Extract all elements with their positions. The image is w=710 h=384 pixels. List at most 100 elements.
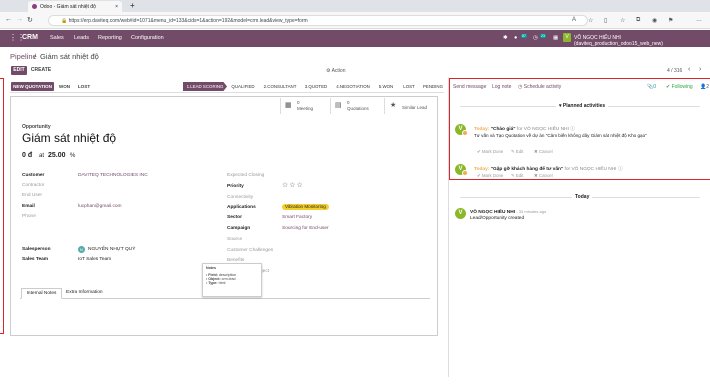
today-label: Today (572, 194, 593, 200)
probability-value[interactable]: 25.00 (48, 152, 66, 159)
chat-icon[interactable]: ● (514, 35, 517, 41)
read-aloud-icon[interactable]: A (572, 17, 576, 23)
tab-extra-information[interactable]: Extra Information (63, 290, 106, 295)
message-author[interactable]: VÕ NGỌC HIẾU NHI (470, 210, 515, 215)
salesperson-avatar: N (78, 246, 85, 253)
more-menu-icon[interactable]: … (696, 17, 702, 23)
stage-qualified[interactable]: QUALIFIED (228, 82, 258, 91)
send-message-button[interactable]: Send message (453, 84, 486, 90)
highlight-box-left (0, 78, 4, 334)
action-menu[interactable]: ⚙ Action (326, 68, 346, 74)
extensions-icon[interactable]: ⚑ (668, 17, 673, 24)
menu-sales[interactable]: Sales (50, 35, 64, 41)
stage-pending[interactable]: PENDING (421, 82, 445, 91)
favorites-bar-icon[interactable]: ☆ (620, 17, 625, 24)
stage-negotiation[interactable]: 4.NEGOTIATION (333, 82, 373, 91)
quotations-label: Quotations (347, 106, 369, 111)
lost-button[interactable]: LOST (76, 82, 92, 91)
collections-icon[interactable]: ⧉ (636, 17, 640, 24)
pager-value[interactable]: 4 / 316 (667, 68, 682, 74)
browser-tab-title: Odoo - Giám sát nhiệt độ (40, 3, 96, 10)
new-quotation-button[interactable]: NEW QUOTATION (11, 82, 54, 91)
info-icon[interactable]: ⓘ (618, 167, 623, 172)
activity-icon[interactable]: ◷ (533, 35, 538, 41)
schedule-activity-label: Schedule activity (523, 84, 562, 90)
new-tab-button[interactable]: + (130, 1, 135, 10)
forward-icon[interactable]: → (16, 16, 23, 23)
user-menu[interactable]: VÕ NGỌC HIẾU NHI (daviteq_production_odo… (574, 35, 710, 47)
info-icon[interactable]: ⓘ (570, 127, 575, 132)
tab-internal-notes[interactable]: Internal Notes (21, 288, 62, 299)
address-bar[interactable]: 🔒 https://erp.daviteq.com/web#id=1071&me… (48, 15, 588, 26)
activity-badge: 23 (540, 34, 546, 38)
app-name[interactable]: CRM (22, 34, 38, 41)
attachment-counter[interactable]: 📎0 (647, 84, 656, 90)
reload-icon[interactable]: ↻ (27, 16, 33, 24)
stage-lost[interactable]: LOST (398, 82, 420, 91)
close-icon[interactable]: × (115, 4, 118, 10)
browser-tab[interactable]: Odoo - Giám sát nhiệt độ × (28, 1, 122, 12)
stage-won[interactable]: 5.WON (375, 82, 397, 91)
create-button[interactable]: CREATE (30, 66, 52, 75)
connectivity-label: Connectivity (227, 195, 254, 200)
edit-activity-button[interactable]: ✎ Edit (511, 173, 523, 179)
similar-lead-button[interactable]: ★ Similar Lead (384, 98, 438, 114)
company-icon[interactable]: ▦ (553, 35, 558, 41)
message-header: VÕ NGỌC HIẾU NHI - 33 minutes ago (470, 209, 546, 215)
user-avatar[interactable]: V (563, 33, 571, 42)
message-time: - 33 minutes ago (516, 209, 547, 214)
customer-field[interactable]: DAVITEQ TECHNOLOGIES INC (78, 173, 148, 178)
stage-quoted[interactable]: 3.QUOTED (301, 82, 331, 91)
activity-status-icon (462, 130, 468, 136)
menu-configuration[interactable]: Configuration (131, 35, 164, 41)
activity-header: Today: "Chào giá" for VÕ NGỌC HIẾU NHI ⓘ (474, 125, 575, 132)
activity-assignee: for VÕ NGỌC HIẾU NHI (516, 127, 569, 132)
sector-field[interactable]: Smart Factory (282, 215, 312, 220)
activity-description: Tư vấn và Tạo Quotation về dự án "Cảm bi… (474, 133, 647, 138)
menu-reporting[interactable]: Reporting (98, 35, 122, 41)
split-screen-icon[interactable]: ▯ (604, 17, 607, 24)
bug-icon[interactable]: ✱ (503, 35, 508, 41)
email-label: Email (22, 204, 35, 209)
log-note-button[interactable]: Log note (492, 84, 511, 90)
campaign-field[interactable]: Sourcing for End-user (282, 226, 329, 231)
planned-activities-toggle[interactable]: ▾ Planned activities (556, 103, 609, 109)
meeting-button[interactable]: ▦ 0 Meeting (280, 98, 328, 114)
activity-header: Today: "Gặp gỡ khách hàng để tư vấn" for… (474, 165, 623, 172)
stage-lead-scoring[interactable]: 1.LEAD SCORING (183, 82, 227, 91)
edit-activity-button[interactable]: ✎ Edit (511, 149, 523, 155)
favorite-icon[interactable]: ☆ (588, 17, 593, 24)
quotations-button[interactable]: ▤ 0 Quotations (330, 98, 382, 114)
sales-team-field[interactable]: IoT Sales Team (78, 257, 111, 262)
back-icon[interactable]: ← (5, 16, 12, 23)
following-label: Following (671, 84, 693, 90)
activity-date: Today: (474, 127, 490, 132)
followers-button[interactable]: 👤2 (700, 84, 709, 90)
applications-tag[interactable]: Vibration Monitoring (282, 204, 329, 210)
cancel-activity-button[interactable]: ✖ Cancel (534, 149, 553, 155)
similar-lead-label: Similar Lead (402, 105, 428, 110)
expected-revenue[interactable]: 0 đ (22, 152, 32, 159)
stage-consultant[interactable]: 2.CONSULTANT (261, 82, 299, 91)
mark-done-button[interactable]: ✔ Mark Done (477, 149, 503, 155)
email-field[interactable]: lucphan@gmail.com (78, 204, 122, 209)
pager-prev-icon[interactable]: ‹ (688, 66, 690, 73)
customer-label: Customer (22, 173, 45, 178)
pager-next-icon[interactable]: › (699, 66, 701, 73)
activity-assignee: for VÕ NGỌC HIẾU NHI (564, 167, 617, 172)
breadcrumb-pipeline[interactable]: Pipeline (10, 52, 37, 61)
field-tooltip: Notes • Field: description • Object: crm… (202, 263, 262, 297)
opportunity-name[interactable]: Giám sát nhiệt độ (22, 131, 116, 145)
priority-stars-icon[interactable]: ☆☆☆ (282, 181, 304, 189)
won-button[interactable]: WON (57, 82, 72, 91)
salesperson-field[interactable]: NGUYỄN NHỰT QUÝ (88, 247, 135, 252)
odoo-main-menu: ⋮⋮ CRM Sales Leads Reporting Configurati… (0, 30, 710, 47)
schedule-activity-button[interactable]: ◷ Schedule activity (518, 84, 561, 90)
planned-activities-label: Planned activities (562, 103, 606, 109)
menu-leads[interactable]: Leads (74, 35, 89, 41)
cancel-activity-button[interactable]: ✖ Cancel (534, 173, 553, 179)
edit-button[interactable]: EDIT (11, 66, 27, 75)
following-button[interactable]: ✔ Following (666, 84, 693, 90)
mark-done-button[interactable]: ✔ Mark Done (477, 173, 503, 179)
profile-icon[interactable]: ◉ (652, 17, 657, 24)
